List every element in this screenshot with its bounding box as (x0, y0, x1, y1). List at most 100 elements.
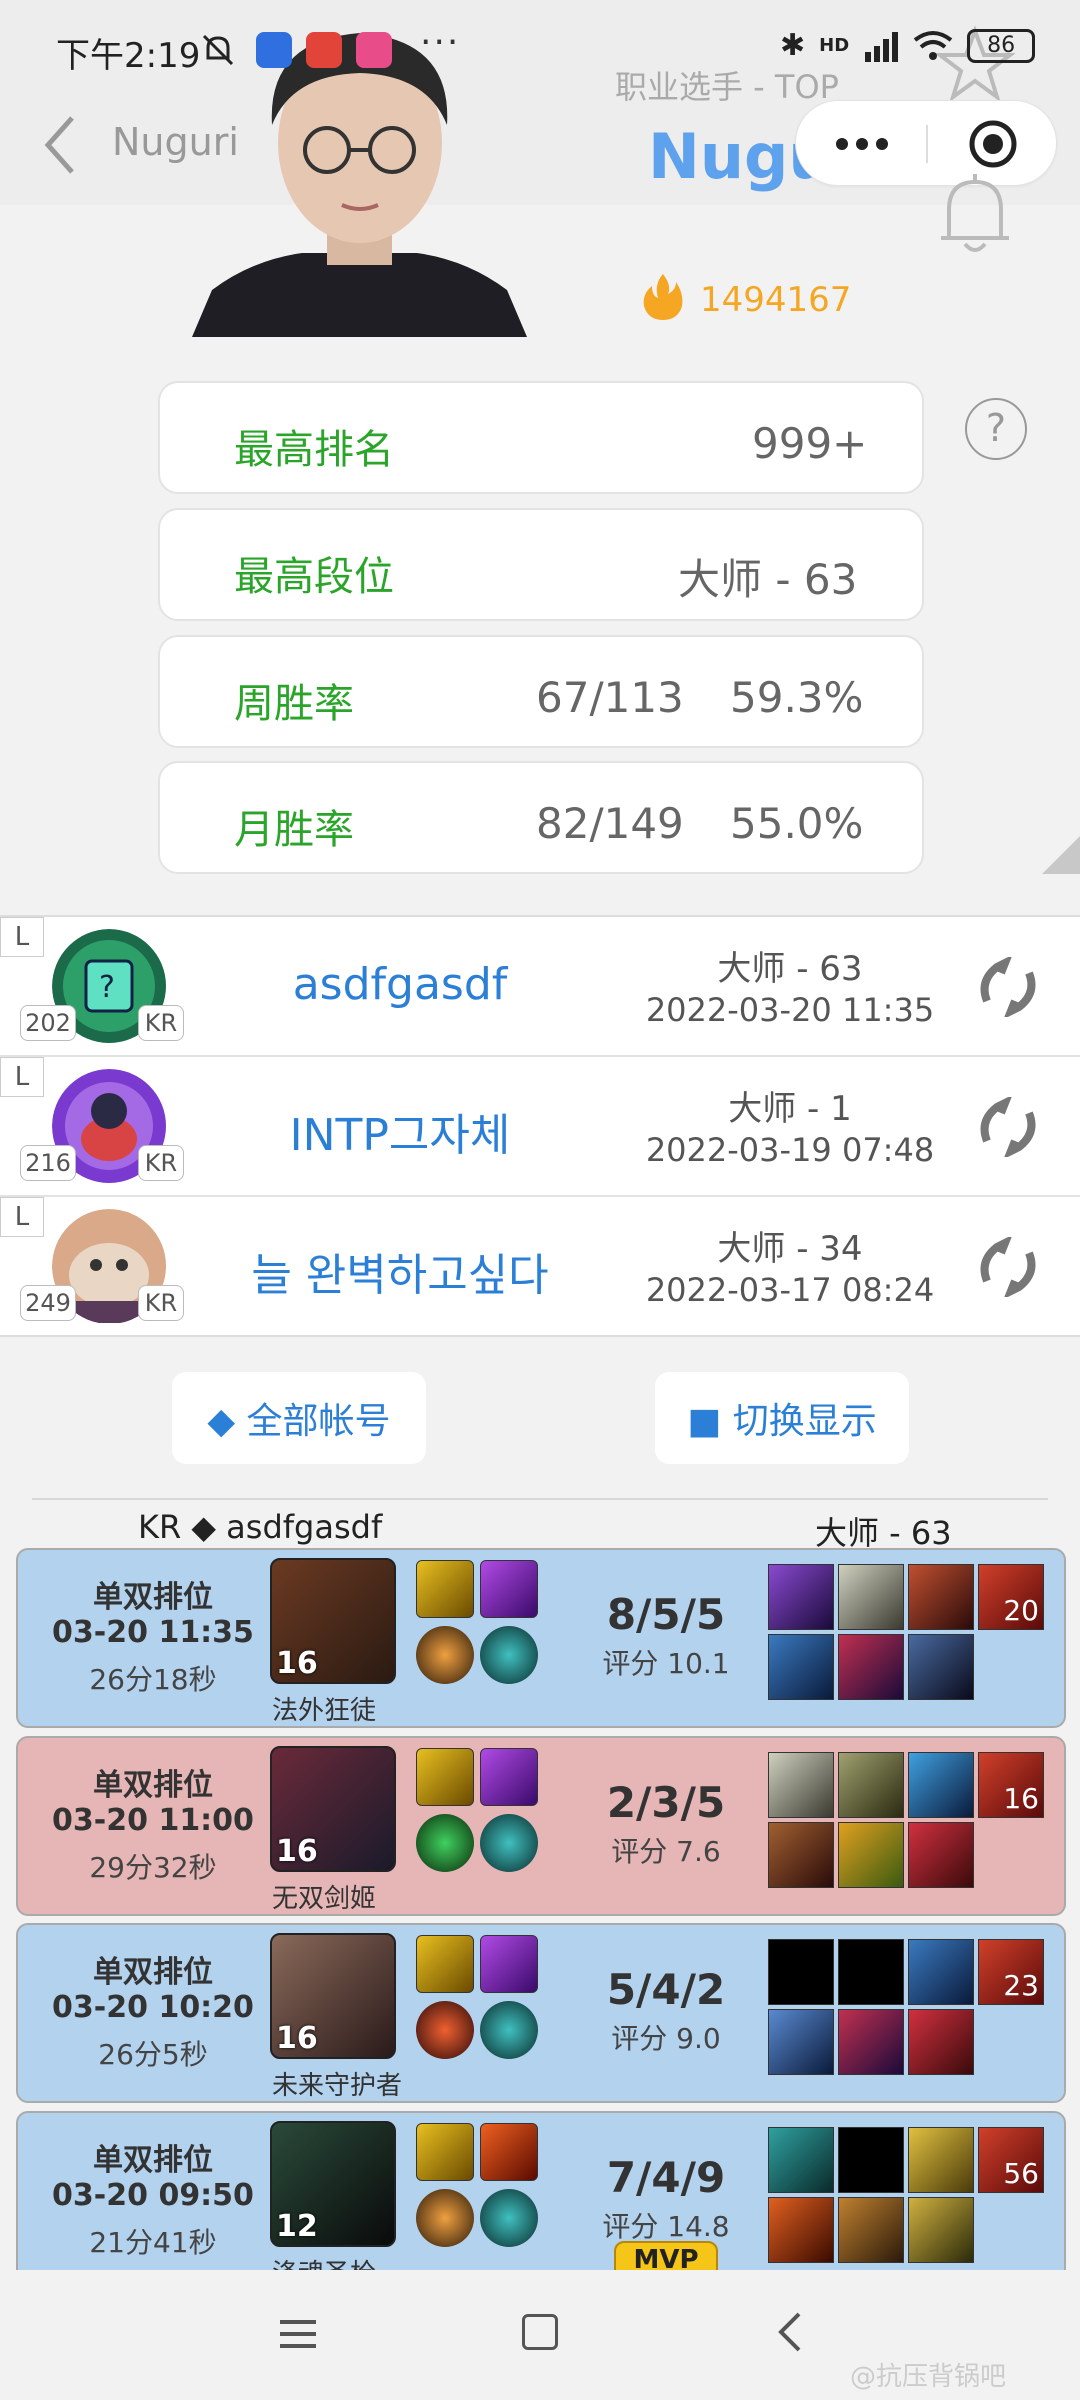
match-score: 评分 9.0 (611, 2022, 721, 2055)
app-notification-icon (306, 32, 342, 68)
system-back-icon[interactable] (775, 2310, 805, 2354)
home-icon[interactable] (522, 2314, 558, 2350)
more-options-button[interactable] (796, 101, 927, 187)
rune-icon (480, 2189, 538, 2247)
rune-icon (416, 1814, 474, 1872)
stat-label: 最高段位 (234, 554, 394, 600)
app-notification-icon (356, 32, 392, 68)
match-time: 03-20 10:20 (52, 1990, 254, 2025)
summoner-spell-icon (416, 1935, 474, 1993)
match-duration: 26分5秒 (98, 2038, 208, 2071)
account-rank: 大师 - 63 (717, 949, 863, 989)
item-icon (768, 2127, 834, 2193)
status-indicators: ✱ HD 86 (780, 28, 1036, 63)
champion-name: 法外狂徒 (272, 1696, 377, 1726)
stat-value: 大师 - 63 (678, 555, 858, 604)
item-icon (768, 1634, 834, 1700)
match-card[interactable]: 单双排位 03-20 11:00 29分32秒 16 无双剑姬 2/3/5 评分… (16, 1736, 1066, 1916)
account-name[interactable]: 늘 완벽하고싶다 (200, 1239, 600, 1303)
summoner-spell-icon (416, 1748, 474, 1806)
empty-item-slot (838, 1939, 904, 2005)
match-time: 03-20 11:00 (52, 1803, 254, 1838)
help-icon[interactable]: ? (965, 398, 1027, 460)
item-icon (908, 2197, 974, 2263)
battery-icon: 86 (967, 28, 1036, 63)
match-mode: 单双排位 (93, 2143, 213, 2178)
item-icon (908, 1752, 974, 1818)
item-icon (768, 1752, 834, 1818)
account-row[interactable]: L 249 KR 늘 완벽하고싶다 大师 - 34 2022-03-17 08:… (0, 1197, 1080, 1337)
champion-level: 16 (276, 2021, 318, 2056)
champion-name: 无双剑姬 (272, 1884, 377, 1914)
recent-apps-icon[interactable] (278, 2318, 318, 2350)
signal-icon: HD (819, 35, 850, 56)
item-level: 23 (1003, 1969, 1039, 2002)
heat-value: 1494167 (700, 280, 852, 320)
account-name[interactable]: INTP그자체 (200, 1099, 600, 1163)
rune-icon (480, 1814, 538, 1872)
item-icon (768, 1822, 834, 1888)
item-icon (768, 2197, 834, 2263)
item-icon (908, 1564, 974, 1630)
refresh-icon[interactable] (975, 1237, 1041, 1297)
status-more-icon: ··· (420, 22, 461, 63)
more-dots-icon (835, 138, 888, 150)
item-icon (838, 1822, 904, 1888)
match-card[interactable]: 单双排位 03-20 09:50 21分41秒 12 涤魂圣枪 7/4/9 评分… (16, 2111, 1066, 2291)
match-mode: 单双排位 (93, 1768, 213, 1803)
stat-label: 周胜率 (234, 681, 354, 727)
match-card[interactable]: 单双排位 03-20 10:20 26分5秒 16 未来守护者 5/4/2 评分… (16, 1923, 1066, 2103)
target-close-icon (969, 120, 1017, 168)
all-accounts-button[interactable]: ◆ 全部帐号 (172, 1372, 426, 1464)
signal-bars-icon (865, 31, 899, 62)
bell-subscribe-icon[interactable] (935, 168, 1015, 258)
stat-label: 月胜率 (234, 807, 354, 853)
champion-level: 16 (276, 1834, 318, 1869)
account-region: KR (138, 1285, 184, 1321)
account-date: 2022-03-19 07:48 (645, 1131, 935, 1169)
item-icon (908, 1939, 974, 2005)
champion-name: 未来守护者 (272, 2071, 403, 2101)
rune-icon (416, 2001, 474, 2059)
account-date: 2022-03-17 08:24 (645, 1271, 935, 1309)
account-rank: 大师 - 1 (728, 1089, 852, 1129)
account-row[interactable]: L 216 KR INTP그자체 大师 - 1 2022-03-19 07:48 (0, 1057, 1080, 1197)
item-icon (908, 2127, 974, 2193)
match-kda: 8/5/5 (606, 1590, 726, 1639)
stat-card-highest-rank: 最高排名 999+ (158, 381, 924, 494)
account-date: 2022-03-20 11:35 (645, 991, 935, 1029)
item-icon (768, 2009, 834, 2075)
match-duration: 29分32秒 (89, 1851, 217, 1884)
mute-bell-icon (202, 34, 234, 66)
refresh-icon[interactable] (975, 957, 1041, 1017)
account-name[interactable]: asdfgasdf (200, 959, 600, 1010)
ward-item-icon: 23 (978, 1939, 1044, 2005)
item-icon (838, 1564, 904, 1630)
section-divider (32, 1498, 1048, 1500)
match-mode: 单双排位 (93, 1955, 213, 1990)
champion-level: 12 (276, 2209, 318, 2244)
account-row[interactable]: L ? 202 KR asdfgasdf 大师 - 63 2022-03-20 … (0, 917, 1080, 1057)
fire-icon (643, 274, 683, 320)
back-arrow-icon[interactable] (40, 110, 80, 180)
app-notification-icon (256, 32, 292, 68)
stat-percent: 55.0% (730, 799, 864, 848)
item-icon (768, 1564, 834, 1630)
rune-icon (416, 1626, 474, 1684)
account-region: KR (138, 1005, 184, 1041)
status-bar: 下午2:19 ··· ✱ HD 86 (0, 0, 1080, 100)
status-time: 下午2:19 (56, 36, 201, 76)
match-score: 评分 10.1 (602, 1647, 730, 1680)
ward-item-icon: 20 (978, 1564, 1044, 1630)
account-tag: L (0, 1197, 44, 1237)
account-rank: 大师 - 34 (717, 1229, 863, 1269)
match-card[interactable]: 单双排位 03-20 11:35 26分18秒 16 法外狂徒 8/5/5 评分… (16, 1548, 1066, 1728)
match-account-caption: KR ◆ asdfgasdf (138, 1508, 383, 1546)
toggle-view-button[interactable]: ■ 切换显示 (655, 1372, 909, 1464)
bluetooth-icon: ✱ (780, 28, 806, 63)
match-time: 03-20 11:35 (52, 1615, 254, 1650)
summoner-spell-icon (416, 2123, 474, 2181)
stat-card-highest-tier: 最高段位 大师 - 63 (158, 508, 924, 621)
refresh-icon[interactable] (975, 1097, 1041, 1157)
summoner-spell-icon (480, 1748, 538, 1806)
